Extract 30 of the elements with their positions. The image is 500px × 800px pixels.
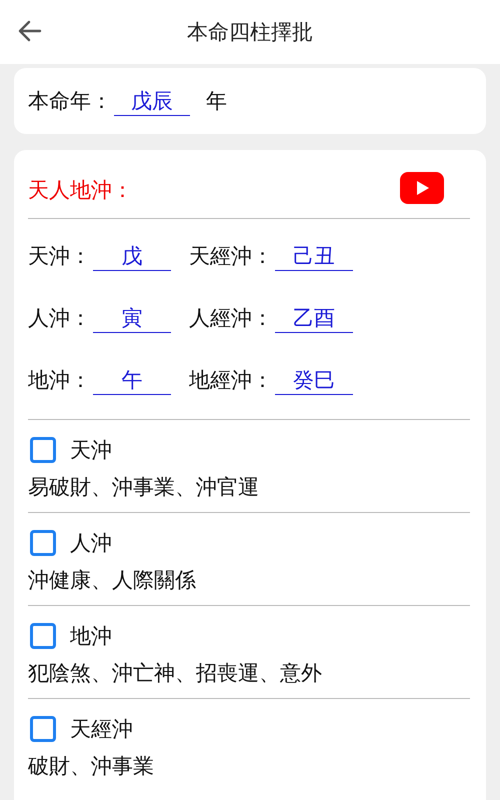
checkbox[interactable] (30, 437, 56, 463)
clash-field[interactable]: 寅 (93, 304, 171, 332)
checkbox[interactable] (30, 716, 56, 742)
description-text: 易破財、沖事業、沖官運 (28, 474, 260, 501)
back-button[interactable] (18, 20, 42, 42)
field-label: 年 (206, 88, 227, 115)
field-label: 地沖： (28, 367, 91, 394)
year-field[interactable]: 戊辰 (114, 86, 190, 116)
field-label: 地經沖： (189, 367, 273, 394)
checkbox-label: 天經沖 (70, 716, 133, 743)
checkbox[interactable] (30, 623, 56, 649)
section-title: 天人地沖： (28, 177, 133, 204)
clash-field[interactable]: 癸巳 (275, 366, 353, 394)
field-label: 本命年： (28, 88, 112, 115)
checkbox[interactable] (30, 530, 56, 556)
description-text: 犯陰煞、沖亡神、招喪運、意外 (28, 660, 323, 687)
clash-field[interactable]: 午 (93, 366, 171, 394)
field-label: 天經沖： (189, 243, 273, 270)
description-text: 破財、沖事業 (28, 753, 155, 780)
page-title: 本命四柱擇批 (187, 19, 313, 46)
field-label: 人沖： (28, 305, 91, 332)
clash-field[interactable]: 戊 (93, 242, 171, 270)
checkbox-label: 人沖 (70, 530, 112, 557)
clash-field[interactable]: 乙酉 (275, 304, 353, 332)
checkbox-label: 地沖 (70, 623, 112, 650)
field-label: 天沖： (28, 243, 91, 270)
clash-field[interactable]: 己丑 (275, 242, 353, 270)
checkbox-label: 天沖 (70, 437, 112, 464)
field-label: 人經沖： (189, 305, 273, 332)
description-text: 沖健康、人際關係 (28, 567, 197, 594)
